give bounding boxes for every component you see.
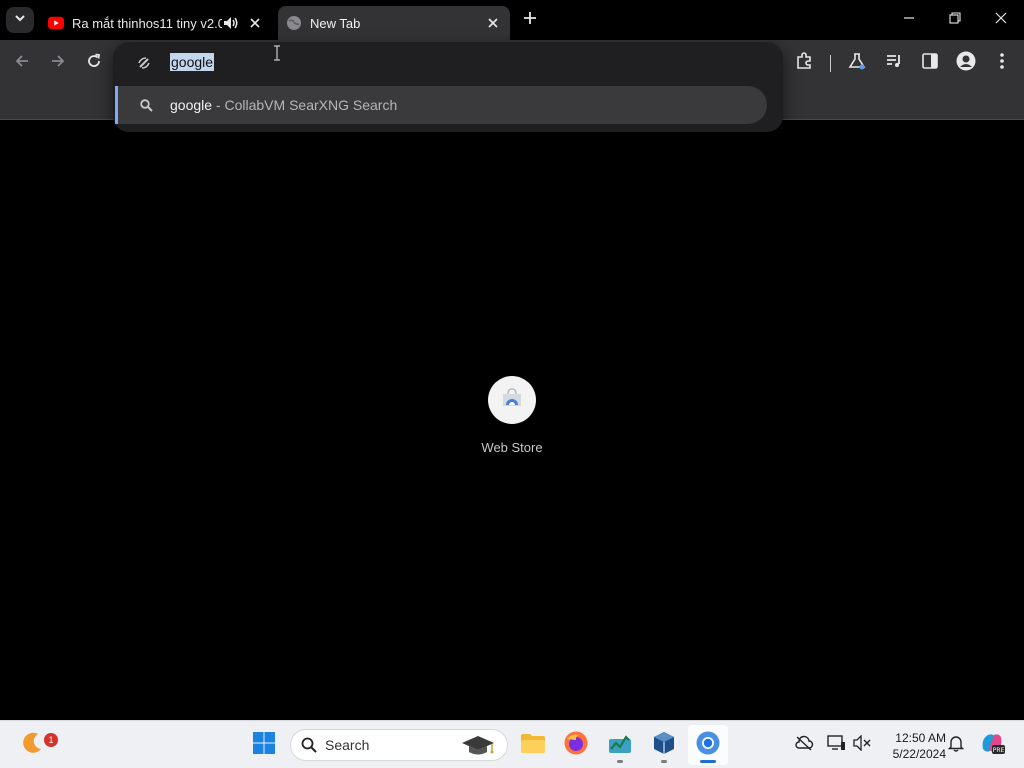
restore-icon — [949, 11, 961, 29]
arrow-left-icon — [14, 53, 30, 74]
moon-icon — [19, 730, 45, 761]
start-button[interactable] — [244, 725, 284, 765]
weather-widget[interactable]: 1 — [12, 725, 58, 765]
chrome-button[interactable] — [688, 725, 728, 765]
folder-icon — [520, 732, 546, 759]
virtualbox-icon — [651, 730, 677, 761]
active-indicator — [700, 760, 716, 763]
clock-time: 12:50 AM — [895, 731, 946, 745]
flask-icon — [848, 52, 866, 75]
cloud-offline-icon — [794, 735, 814, 756]
search-icon — [301, 737, 317, 753]
tab-youtube[interactable]: Ra mắt thinhos11 tiny v2.0 — [40, 6, 272, 40]
system-clock[interactable]: 12:50 AM 5/22/2024 — [880, 730, 946, 762]
network-icon — [826, 734, 846, 757]
tab-new-tab[interactable]: New Tab — [278, 6, 510, 40]
clock-date: 5/22/2024 — [892, 747, 946, 761]
copilot-button[interactable]: PRE — [979, 731, 1005, 760]
address-input[interactable]: google — [170, 53, 215, 71]
forward-button[interactable] — [43, 48, 73, 78]
close-tab-icon[interactable] — [484, 14, 502, 32]
side-panel-icon — [921, 52, 939, 75]
running-indicator — [617, 760, 623, 763]
tab-title: Ra mắt thinhos11 tiny v2.0 — [72, 15, 222, 31]
labs-button[interactable] — [842, 48, 872, 78]
side-panel-button[interactable] — [915, 48, 945, 78]
web-store-icon — [500, 387, 524, 413]
virtualbox-button[interactable] — [644, 725, 684, 765]
onedrive-button[interactable] — [792, 733, 816, 757]
taskbar: 1 Search 12:50 AM 5/22/2024 PRE — [0, 720, 1024, 768]
media-queue-icon — [885, 52, 903, 75]
title-bar: Ra mắt thinhos11 tiny v2.0 New Tab — [0, 0, 1024, 40]
minimize-button[interactable] — [886, 0, 932, 40]
windows-logo-icon — [252, 731, 276, 760]
menu-button[interactable] — [987, 48, 1017, 78]
shortcut-label: Web Store — [481, 440, 543, 455]
suggestion-query: google — [170, 97, 213, 113]
profile-button[interactable] — [951, 48, 981, 78]
network-button[interactable] — [824, 733, 848, 757]
new-tab-button[interactable] — [518, 8, 542, 32]
restore-button[interactable] — [932, 0, 978, 40]
speaker-muted-icon — [852, 733, 872, 756]
omnibox-suggestion[interactable]: google - CollabVM SearXNG Search — [115, 86, 767, 124]
reload-button[interactable] — [79, 48, 109, 78]
arrow-right-icon — [50, 53, 66, 74]
back-button[interactable] — [7, 48, 37, 78]
shortcut-web-store[interactable]: Web Store — [472, 376, 552, 466]
tab-title: New Tab — [310, 15, 361, 31]
copilot-icon: PRE — [979, 731, 1005, 760]
globe-icon — [286, 15, 302, 31]
svg-text:PRE: PRE — [993, 747, 1005, 754]
close-tab-icon[interactable] — [246, 14, 264, 32]
youtube-icon — [48, 15, 64, 31]
suggestion-description: - CollabVM SearXNG Search — [212, 97, 398, 113]
taskbar-search[interactable]: Search — [290, 729, 508, 761]
firefox-icon — [563, 730, 589, 761]
volume-button[interactable] — [850, 733, 874, 757]
search-placeholder: Search — [325, 737, 370, 753]
notification-badge: 1 — [44, 733, 58, 747]
puzzle-icon — [795, 51, 813, 75]
toolbar-divider — [830, 55, 831, 72]
address-bar[interactable]: google — [113, 42, 783, 84]
chevron-down-icon — [14, 11, 26, 29]
media-controls-button[interactable] — [879, 48, 909, 78]
shortcut-tile — [488, 376, 536, 424]
bell-icon — [947, 734, 965, 757]
chrome-icon — [695, 730, 721, 761]
firefox-button[interactable] — [556, 725, 596, 765]
minimize-icon — [903, 11, 915, 29]
plus-icon — [523, 11, 537, 30]
search-icon — [138, 97, 154, 113]
i-beam-cursor-icon — [273, 45, 281, 66]
notifications-button[interactable] — [944, 733, 968, 757]
graduation-cap-icon — [459, 733, 497, 764]
speaker-icon[interactable] — [222, 15, 240, 31]
avatar-icon — [956, 51, 976, 76]
extensions-button[interactable] — [789, 48, 819, 78]
omnibox-dropdown: google google - CollabVM SearXNG Search — [113, 42, 783, 132]
site-info-icon[interactable] — [135, 54, 153, 72]
tab-search-button[interactable] — [6, 7, 34, 33]
close-window-button[interactable] — [978, 0, 1024, 40]
file-explorer-button[interactable] — [513, 725, 553, 765]
task-manager-icon — [607, 731, 633, 760]
suggestion-text: google - CollabVM SearXNG Search — [170, 97, 397, 113]
task-manager-button[interactable] — [600, 725, 640, 765]
selected-text: google — [170, 53, 215, 71]
close-icon — [995, 11, 1007, 29]
reload-icon — [86, 53, 102, 74]
kebab-menu-icon — [999, 52, 1005, 75]
running-indicator — [661, 760, 667, 763]
